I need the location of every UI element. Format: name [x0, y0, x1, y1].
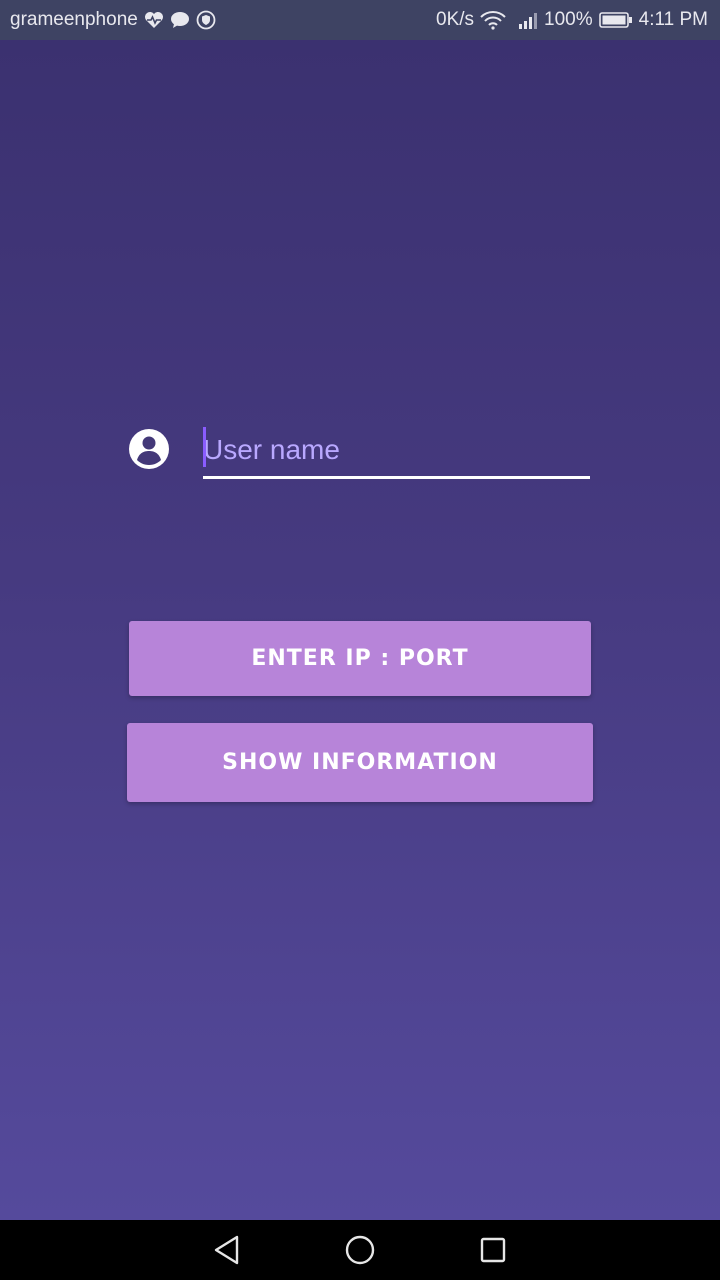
status-left: grameenphone: [10, 9, 216, 31]
app-screen: ENTER IP : PORT SHOW INFORMATION: [0, 40, 720, 1220]
navigation-bar: [0, 1220, 720, 1280]
battery-percent: 100%: [544, 9, 593, 30]
status-bar: grameenphone 0K/s 100% 4:11 PM: [0, 0, 720, 40]
chat-bubble-icon: [170, 11, 190, 29]
username-input[interactable]: [203, 428, 590, 472]
home-icon[interactable]: [344, 1234, 376, 1266]
wifi-icon: [480, 10, 506, 30]
status-right: 0K/s 100% 4:11 PM: [436, 9, 708, 31]
clock: 4:11 PM: [638, 9, 708, 30]
battery-icon: [598, 11, 633, 29]
back-icon[interactable]: [211, 1234, 243, 1266]
text-cursor: [203, 427, 206, 467]
account-circle-icon: [128, 428, 170, 470]
network-speed: 0K/s: [436, 9, 475, 30]
signal-icon: [518, 11, 538, 29]
vpn-shield-icon: [196, 10, 216, 30]
carrier-name: grameenphone: [10, 9, 138, 30]
heartbeat-icon: [144, 11, 164, 29]
username-row: [128, 424, 590, 480]
enter-ip-port-button[interactable]: ENTER IP : PORT: [129, 621, 591, 696]
username-field[interactable]: [203, 424, 590, 479]
show-information-button[interactable]: SHOW INFORMATION: [127, 723, 593, 802]
recent-apps-icon[interactable]: [477, 1234, 509, 1266]
